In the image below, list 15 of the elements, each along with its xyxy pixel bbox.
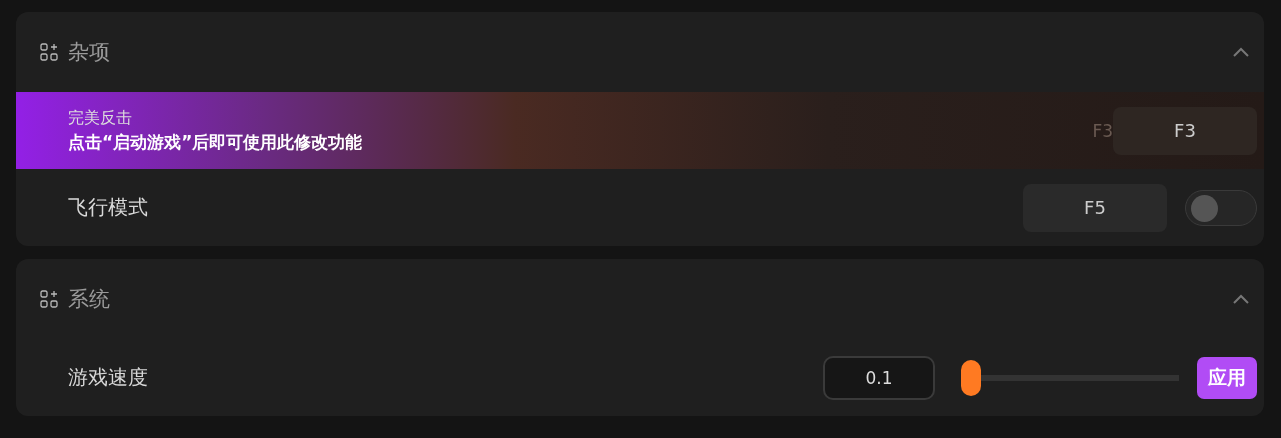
option-label: 飞行模式 (68, 194, 149, 221)
apply-button[interactable]: 应用 (1197, 356, 1257, 399)
apps-icon (40, 43, 58, 61)
toggle-switch[interactable] (1185, 189, 1257, 226)
section-title: 系统 (68, 286, 110, 313)
hotkey-hint: F3 (1092, 120, 1113, 141)
hotkey-button[interactable]: F5 (1023, 183, 1167, 232)
banner-message: 点击“启动游戏”后即可使用此修改功能 (68, 130, 364, 154)
section-title: 杂项 (68, 39, 110, 66)
banner-title: 完美反击 (68, 107, 133, 129)
option-label: 游戏速度 (68, 364, 149, 391)
value-input[interactable]: 0.1 (823, 355, 935, 400)
hotkey-button[interactable]: F3 (1113, 106, 1257, 155)
apps-icon (40, 290, 58, 308)
slider-thumb[interactable] (961, 359, 981, 396)
